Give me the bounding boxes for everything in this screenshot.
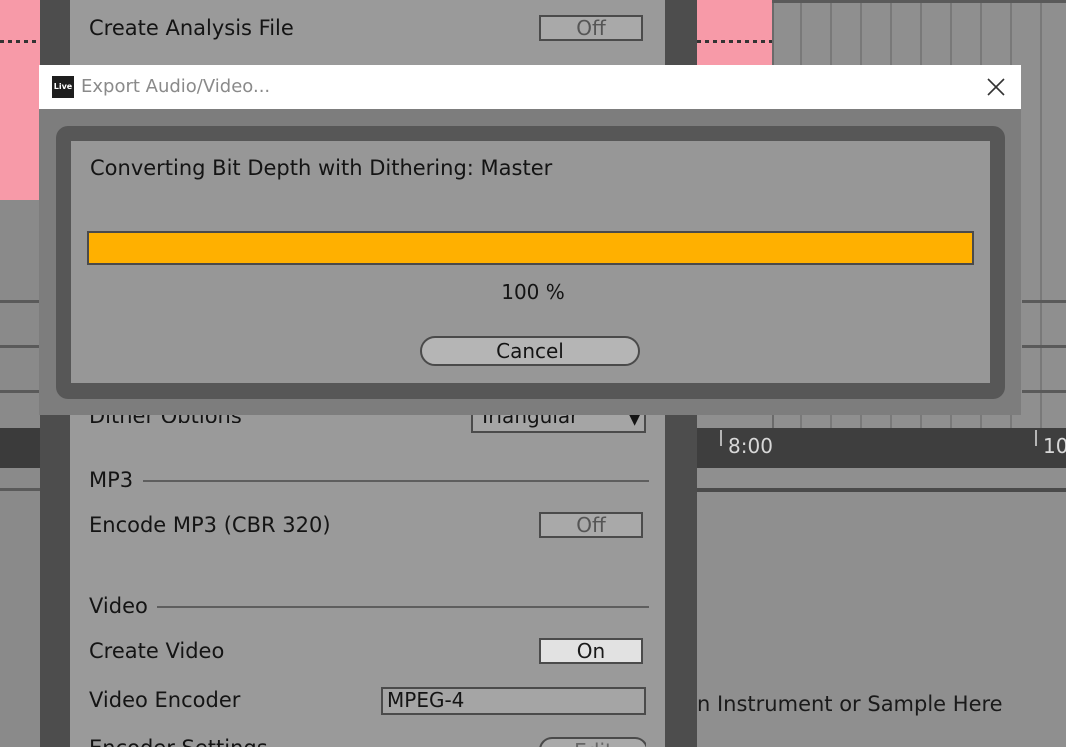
- encoder-settings-edit-button[interactable]: Edit: [539, 737, 646, 747]
- create-video-label: Create Video: [89, 639, 225, 663]
- export-status-text: Converting Bit Depth with Dithering: Mas…: [90, 156, 553, 180]
- cancel-button[interactable]: Cancel: [420, 336, 640, 366]
- drop-instrument-hint: n Instrument or Sample Here: [697, 692, 1003, 716]
- clip-loop-marker: [697, 40, 772, 43]
- video-encoder-field[interactable]: MPEG-4: [381, 687, 646, 715]
- video-section-divider: [157, 606, 649, 608]
- create-analysis-file-toggle[interactable]: Off: [539, 15, 643, 41]
- create-analysis-file-label: Create Analysis File: [89, 16, 294, 40]
- grid-line: [1040, 0, 1042, 428]
- track-divider: [1022, 390, 1066, 393]
- encoder-settings-text: Encoder Settings: [89, 736, 268, 747]
- live-logo-icon: Live: [52, 76, 74, 98]
- dialog-title: Export Audio/Video...: [81, 76, 271, 97]
- progress-bar-fill: [89, 233, 972, 263]
- encode-mp3-toggle[interactable]: Off: [539, 512, 643, 538]
- audio-clip-left[interactable]: [0, 0, 40, 200]
- ruler-mark-8-00: 8:00: [728, 434, 773, 458]
- track-divider: [0, 488, 40, 491]
- track-divider: [772, 0, 1066, 3]
- ruler-band-left: [0, 428, 40, 468]
- track-divider: [1022, 345, 1066, 348]
- clip-loop-marker: [0, 40, 40, 43]
- export-progress-bar: [87, 231, 974, 265]
- progress-percent: 100 %: [501, 280, 565, 304]
- track-divider: [0, 390, 40, 393]
- encoder-settings-label: Encoder Settings: [89, 736, 268, 747]
- video-encoder-label: Video Encoder: [89, 688, 241, 712]
- mp3-section-divider: [143, 480, 649, 482]
- track-divider: [0, 345, 40, 348]
- create-video-toggle[interactable]: On: [539, 638, 643, 664]
- encode-mp3-label: Encode MP3 (CBR 320): [89, 513, 331, 537]
- video-section-heading: Video: [89, 594, 148, 618]
- ruler-mark-10: 10: [1043, 434, 1066, 458]
- ruler-tick: [720, 430, 722, 446]
- audio-clip-right[interactable]: [697, 0, 772, 65]
- section-divider: [697, 488, 1066, 492]
- close-icon[interactable]: [982, 73, 1010, 101]
- ruler-tick: [1035, 430, 1037, 446]
- mp3-section-heading: MP3: [89, 468, 134, 492]
- edit-button-face: Edit: [539, 737, 646, 747]
